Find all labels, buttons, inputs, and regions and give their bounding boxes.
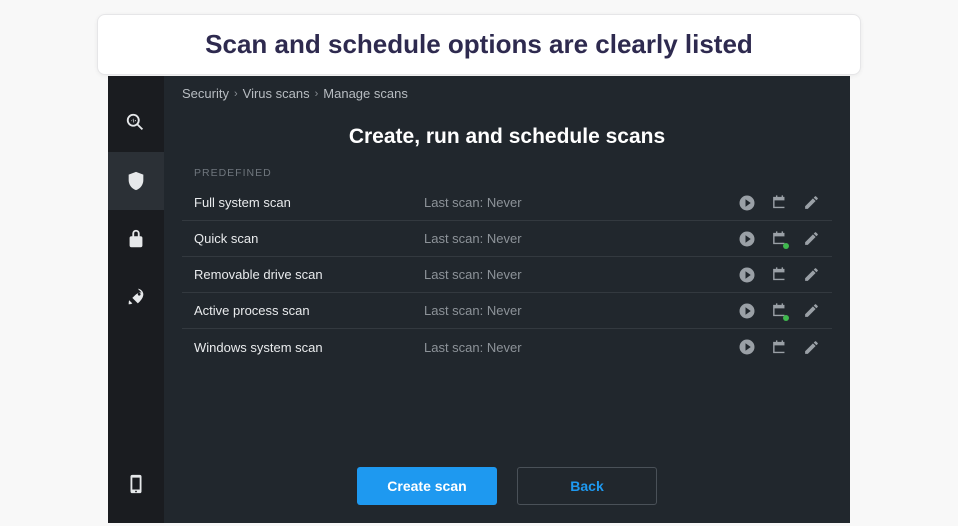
- scan-name: Windows system scan: [194, 340, 424, 355]
- edit-button[interactable]: [802, 338, 820, 356]
- scan-row: Full system scan Last scan: Never: [182, 185, 832, 221]
- caption-card: Scan and schedule options are clearly li…: [97, 14, 861, 75]
- scan-actions: [738, 302, 820, 320]
- caption-text: Scan and schedule options are clearly li…: [205, 29, 753, 59]
- page-title: Create, run and schedule scans: [164, 125, 850, 149]
- scan-status: Last scan: Never: [424, 340, 738, 355]
- breadcrumb: Security › Virus scans › Manage scans: [164, 76, 850, 101]
- scheduled-indicator-icon: [783, 243, 789, 249]
- run-button[interactable]: [738, 194, 756, 212]
- button-bar: Create scan Back: [164, 449, 850, 523]
- play-icon: [738, 338, 756, 356]
- create-scan-button[interactable]: Create scan: [357, 467, 497, 505]
- pencil-icon: [803, 339, 820, 356]
- play-icon: [738, 266, 756, 284]
- scan-row: Removable drive scan Last scan: Never: [182, 257, 832, 293]
- pencil-icon: [803, 266, 820, 283]
- run-button[interactable]: [738, 302, 756, 320]
- pencil-icon: [803, 230, 820, 247]
- edit-button[interactable]: [802, 194, 820, 212]
- rocket-icon: [125, 286, 147, 308]
- chevron-right-icon: ›: [234, 88, 238, 100]
- calendar-icon: [771, 339, 788, 356]
- scan-name: Active process scan: [194, 303, 424, 318]
- scan-actions: [738, 266, 820, 284]
- sidebar: [108, 76, 164, 523]
- back-button[interactable]: Back: [517, 467, 657, 505]
- edit-button[interactable]: [802, 266, 820, 284]
- scan-status: Last scan: Never: [424, 231, 738, 246]
- play-icon: [738, 230, 756, 248]
- scan-actions: [738, 338, 820, 356]
- scan-actions: [738, 230, 820, 248]
- section-label: PREDEFINED: [164, 167, 850, 185]
- breadcrumb-item[interactable]: Virus scans: [243, 86, 310, 101]
- schedule-button[interactable]: [770, 194, 788, 212]
- play-icon: [738, 194, 756, 212]
- sidebar-item-phone[interactable]: [108, 455, 164, 513]
- shield-icon: [125, 170, 147, 192]
- calendar-icon: [771, 194, 788, 211]
- scan-status: Last scan: Never: [424, 303, 738, 318]
- main-panel: Security › Virus scans › Manage scans Cr…: [164, 76, 850, 523]
- breadcrumb-item[interactable]: Manage scans: [323, 86, 408, 101]
- breadcrumb-item[interactable]: Security: [182, 86, 229, 101]
- lock-icon: [125, 228, 147, 250]
- pencil-icon: [803, 302, 820, 319]
- scan-name: Quick scan: [194, 231, 424, 246]
- pencil-icon: [803, 194, 820, 211]
- schedule-button[interactable]: [770, 302, 788, 320]
- sidebar-item-rocket[interactable]: [108, 268, 164, 326]
- scan-row: Active process scan Last scan: Never: [182, 293, 832, 329]
- schedule-button[interactable]: [770, 266, 788, 284]
- edit-button[interactable]: [802, 302, 820, 320]
- schedule-button[interactable]: [770, 338, 788, 356]
- play-icon: [738, 302, 756, 320]
- chevron-right-icon: ›: [315, 88, 319, 100]
- magnify-pulse-icon: [125, 112, 147, 134]
- edit-button[interactable]: [802, 230, 820, 248]
- calendar-icon: [771, 266, 788, 283]
- scan-name: Removable drive scan: [194, 267, 424, 282]
- scan-status: Last scan: Never: [424, 267, 738, 282]
- sidebar-item-shield[interactable]: [108, 152, 164, 210]
- scan-row: Quick scan Last scan: Never: [182, 221, 832, 257]
- scan-status: Last scan: Never: [424, 195, 738, 210]
- run-button[interactable]: [738, 338, 756, 356]
- scan-list: Full system scan Last scan: Never Quick …: [164, 185, 850, 365]
- sidebar-item-lock[interactable]: [108, 210, 164, 268]
- run-button[interactable]: [738, 230, 756, 248]
- scan-actions: [738, 194, 820, 212]
- sidebar-item-search[interactable]: [108, 94, 164, 152]
- scan-row: Windows system scan Last scan: Never: [182, 329, 832, 365]
- scheduled-indicator-icon: [783, 315, 789, 321]
- run-button[interactable]: [738, 266, 756, 284]
- schedule-button[interactable]: [770, 230, 788, 248]
- scan-name: Full system scan: [194, 195, 424, 210]
- app-window: Security › Virus scans › Manage scans Cr…: [108, 76, 850, 523]
- phone-icon: [125, 473, 147, 495]
